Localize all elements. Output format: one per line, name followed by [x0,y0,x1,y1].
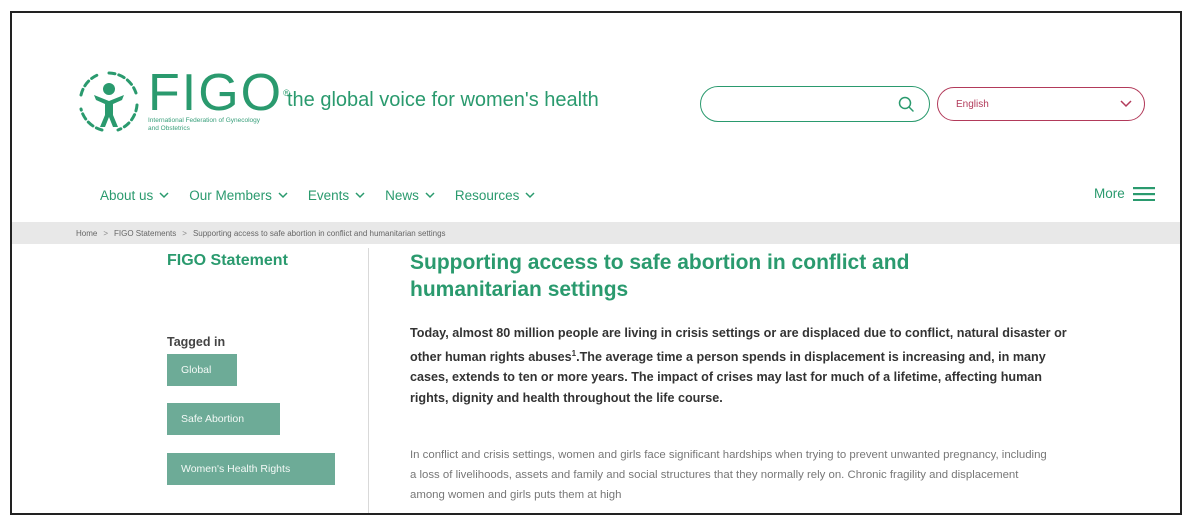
chevron-down-icon [355,192,365,199]
lead-paragraph: Today, almost 80 million people are livi… [410,323,1075,408]
figo-logo[interactable]: FIGO® International Federation of Gyneco… [74,67,292,137]
nav-item-label: News [385,188,419,203]
nav-item-label: Our Members [189,188,272,203]
chevron-down-icon [1120,100,1132,108]
logo-wordmark: FIGO® [148,67,292,119]
logo-name: FIGO [148,64,284,122]
nav-item-label: Events [307,188,350,203]
nav-item-about-us[interactable]: About us [100,188,169,203]
breadcrumb-separator: > [182,228,187,238]
search-icon[interactable] [897,95,915,113]
search-input[interactable] [715,87,895,119]
tag-global[interactable]: Global [167,354,237,386]
main-nav: About us Our Members Events News Resourc… [100,188,555,203]
breadcrumb-current: Supporting access to safe abortion in co… [192,228,446,238]
nav-item-label: Resources [454,188,520,203]
logo-subtitle: International Federation of Gynecology a… [148,117,261,132]
nav-item-news[interactable]: News [385,188,435,203]
breadcrumb-home-link[interactable]: Home [76,229,97,238]
chevron-down-icon [159,192,169,199]
language-select[interactable]: English [937,87,1145,121]
sidebar-title: FIGO Statement [167,252,288,269]
logo-text: FIGO® International Federation of Gyneco… [148,67,292,133]
figo-emblem-icon [79,71,139,132]
page-frame: FIGO® International Federation of Gyneco… [10,11,1182,515]
more-menu-button[interactable]: More [1094,186,1155,201]
nav-item-events[interactable]: Events [308,188,365,203]
nav-item-resources[interactable]: Resources [455,188,536,203]
hamburger-menu-icon [1132,186,1155,201]
tag-womens-health-rights[interactable]: Women's Health Rights [167,453,335,485]
chevron-down-icon [425,192,435,199]
chevron-down-icon [278,192,288,199]
breadcrumb: Home > FIGO Statements > Supporting acce… [12,222,1180,244]
nav-item-label: About us [100,188,154,203]
breadcrumb-separator: > [103,228,109,238]
page-title: Supporting access to safe abortion in co… [410,251,910,301]
nav-item-our-members[interactable]: Our Members [189,188,288,203]
chevron-down-icon [525,192,535,199]
language-value: English [956,98,989,110]
column-divider [368,248,369,513]
body-paragraph: In conflict and crisis settings, women a… [410,449,1047,501]
tagged-in-label: Tagged in [167,335,226,349]
breadcrumb-section-link[interactable]: FIGO Statements [114,229,176,238]
tag-safe-abortion[interactable]: Safe Abortion [167,403,280,435]
more-label: More [1094,186,1125,201]
site-tagline: the global voice for women's health [287,89,599,111]
search-box[interactable] [700,86,930,122]
